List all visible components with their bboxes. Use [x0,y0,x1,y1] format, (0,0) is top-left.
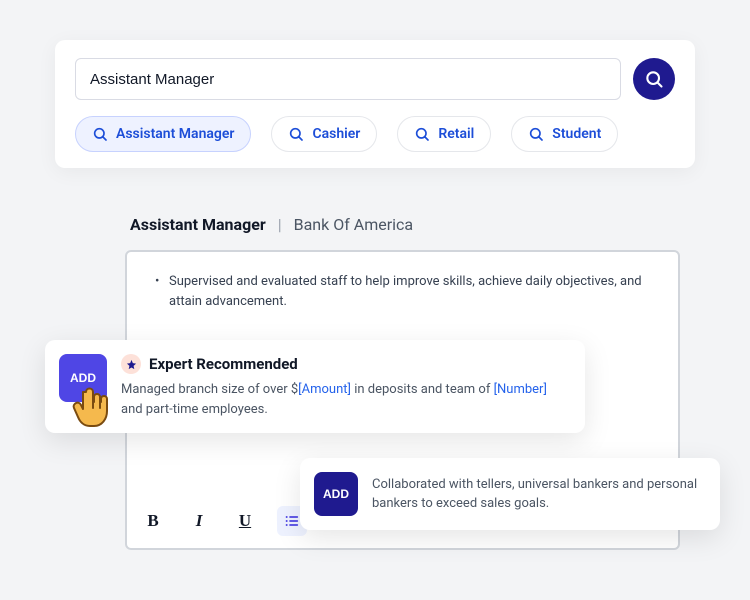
add-button[interactable]: ADD [314,472,358,516]
recommendation-body: Expert Recommended Managed branch size o… [121,354,567,419]
separator: | [278,215,282,234]
underline-button[interactable]: U [231,507,259,535]
recommendation-card-collab: ADD Collaborated with tellers, universal… [300,458,720,530]
bullet-item[interactable]: Supervised and evaluated staff to help i… [155,272,650,311]
recommendation-header: Expert Recommended [121,354,567,374]
recommendation-card-expert: ADD Expert Recommended Managed branch si… [45,340,585,433]
role-title: Assistant Manager [130,215,266,234]
star-badge [121,354,141,374]
suggestion-chips: Assistant Manager Cashier Retail Student [75,116,675,152]
bold-button[interactable]: B [139,507,167,535]
company-name: Bank Of America [294,215,413,234]
star-icon [126,359,137,370]
search-icon [414,126,430,142]
list-icon [284,513,300,529]
chip-student[interactable]: Student [511,116,618,152]
experience-header: Assistant Manager | Bank Of America [130,215,413,234]
text-part: Managed branch size of over $ [121,382,298,397]
italic-button[interactable]: I [185,507,213,535]
search-icon [288,126,304,142]
chip-cashier[interactable]: Cashier [271,116,377,152]
search-icon [528,126,544,142]
chip-label: Assistant Manager [116,126,234,142]
chip-label: Cashier [312,126,360,142]
placeholder-amount[interactable]: [Amount] [298,382,351,397]
add-button[interactable]: ADD [59,354,107,402]
search-card: Assistant Manager Cashier Retail Student [55,40,695,168]
search-icon [92,126,108,142]
chip-label: Retail [438,126,474,142]
text-part: and part-time employees. [121,402,268,417]
recommendation-title: Expert Recommended [149,355,298,373]
chip-label: Student [552,126,601,142]
chip-assistant-manager[interactable]: Assistant Manager [75,116,251,152]
search-icon [644,69,664,89]
placeholder-number[interactable]: [Number] [494,382,547,397]
search-input[interactable] [75,58,621,100]
search-button[interactable] [633,58,675,100]
chip-retail[interactable]: Retail [397,116,491,152]
recommendation-text: Collaborated with tellers, universal ban… [372,475,706,514]
text-part: in deposits and team of [351,382,494,397]
recommendation-text: Managed branch size of over $[Amount] in… [121,380,567,419]
search-row [75,58,675,100]
format-toolbar: B I U [139,506,307,536]
